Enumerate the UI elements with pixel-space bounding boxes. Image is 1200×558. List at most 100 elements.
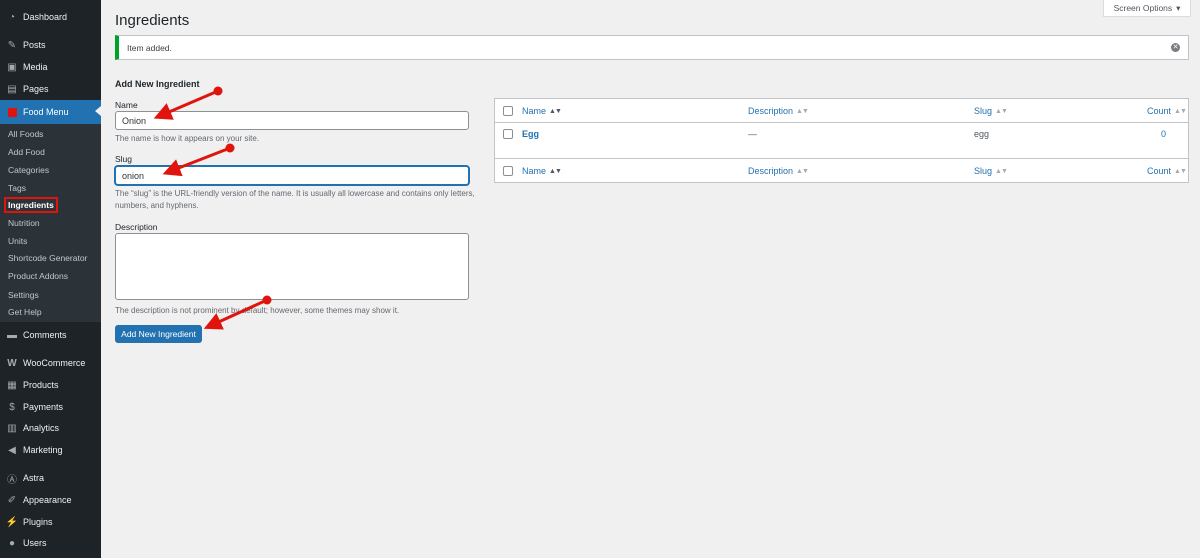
column-name-sort[interactable]: Name ▲▼ (522, 106, 562, 116)
column-label: Name (522, 166, 547, 176)
submenu-all-foods[interactable]: All Foods (8, 129, 43, 139)
food-menu-icon (5, 105, 19, 119)
menu-plugins[interactable]: ⚡ Plugins (0, 511, 101, 533)
column-label: Description (748, 106, 794, 116)
media-icon: ▣ (7, 61, 17, 73)
footer-column-description-sort[interactable]: Description ▲▼ (748, 166, 809, 176)
menu-label: Appearance (23, 495, 72, 505)
description-textarea[interactable] (115, 233, 469, 300)
menu-astra[interactable]: Ⓐ Astra (0, 467, 101, 489)
caret-down-icon: ▾ (1176, 2, 1181, 13)
add-new-ingredient-button[interactable]: Add New Ingredient (115, 325, 202, 343)
column-count-sort[interactable]: Count ▲▼ (1147, 106, 1187, 116)
menu-food-menu[interactable]: Food Menu (0, 100, 101, 124)
submenu-categories[interactable]: Categories (8, 165, 49, 175)
menu-marketing[interactable]: ◀ Marketing (0, 439, 101, 461)
menu-label: Marketing (23, 445, 63, 455)
menu-analytics[interactable]: ▥ Analytics (0, 417, 101, 439)
name-help: The name is how it appears on your site. (115, 134, 260, 143)
slug-input[interactable] (115, 166, 469, 185)
sort-icon: ▲▼ (549, 107, 562, 115)
menu-label: Posts (23, 40, 46, 50)
select-all-checkbox-footer[interactable] (503, 166, 513, 176)
menu-appearance[interactable]: ✐ Appearance (0, 489, 101, 511)
ingredients-table: Name ▲▼ Description ▲▼ Slug ▲▼ Count ▲▼ … (494, 98, 1189, 183)
submenu-tags[interactable]: Tags (8, 183, 26, 193)
analytics-icon: ▥ (7, 422, 17, 434)
sort-icon: ▲▼ (995, 167, 1008, 175)
column-slug-sort[interactable]: Slug ▲▼ (974, 106, 1008, 116)
menu-posts[interactable]: ✎ Posts (0, 34, 101, 56)
sort-icon: ▲▼ (1174, 167, 1187, 175)
admin-sidebar: ◔ Dashboard ✎ Posts ▣ Media ▤ Pages Food… (0, 0, 101, 558)
menu-label: Analytics (23, 423, 60, 433)
menu-payments[interactable]: $ Payments (0, 396, 101, 418)
submenu-units[interactable]: Units (8, 236, 27, 246)
menu-label: Pages (23, 84, 49, 94)
success-notice: Item added. ✕ (115, 35, 1189, 60)
column-label: Slug (974, 106, 993, 116)
submenu-add-food[interactable]: Add Food (8, 147, 45, 157)
page-title: Ingredients (115, 12, 190, 29)
submenu-product-addons[interactable]: Product Addons (8, 271, 68, 281)
column-label: Name (522, 106, 547, 116)
submenu-get-help[interactable]: Get Help (8, 307, 42, 317)
menu-label: Payments (23, 402, 64, 412)
column-label: Slug (974, 166, 993, 176)
pin-icon: ✎ (7, 39, 17, 51)
row-name-link[interactable]: Egg (522, 129, 539, 139)
footer-column-name-sort[interactable]: Name ▲▼ (522, 166, 562, 176)
select-all-checkbox[interactable] (503, 106, 513, 116)
menu-label: Plugins (23, 517, 53, 527)
row-slug: egg (974, 129, 990, 139)
column-label: Count (1147, 166, 1172, 176)
menu-woocommerce[interactable]: W WooCommerce (0, 352, 101, 374)
footer-column-slug-sort[interactable]: Slug ▲▼ (974, 166, 1008, 176)
row-checkbox[interactable] (503, 129, 513, 139)
notice-text: Item added. (127, 42, 172, 53)
menu-label: WooCommerce (23, 358, 86, 368)
slug-label: Slug (115, 154, 133, 164)
submenu-ingredients[interactable]: Ingredients (4, 197, 58, 213)
menu-pages[interactable]: ▤ Pages (0, 78, 101, 100)
name-input[interactable] (115, 111, 469, 130)
submenu-shortcode-generator[interactable]: Shortcode Generator (8, 253, 87, 263)
users-icon: ● (8, 537, 16, 549)
menu-label: Comments (23, 330, 67, 340)
comment-icon: ▬ (7, 329, 17, 341)
row-description: — (748, 129, 757, 139)
menu-products[interactable]: ▦ Products (0, 374, 101, 396)
name-label: Name (115, 100, 138, 110)
submenu-nutrition[interactable]: Nutrition (8, 218, 40, 228)
menu-media[interactable]: ▣ Media (0, 56, 101, 78)
sort-icon: ▲▼ (995, 107, 1008, 115)
sort-icon: ▲▼ (1174, 107, 1187, 115)
menu-dashboard[interactable]: ◔ Dashboard (0, 6, 101, 28)
slug-help: The “slug” is the URL-friendly version o… (115, 189, 475, 210)
menu-label: Astra (23, 473, 45, 483)
menu-label: Food Menu (23, 107, 69, 117)
row-count-link[interactable]: 0 (1161, 129, 1166, 139)
menu-comments[interactable]: ▬ Comments (0, 324, 101, 346)
column-label: Description (748, 166, 794, 176)
screen-options-label: Screen Options (1113, 3, 1173, 13)
woocommerce-icon: W (7, 357, 17, 369)
table-header-row: Name ▲▼ Description ▲▼ Slug ▲▼ Count ▲▼ (495, 99, 1188, 123)
submenu-settings[interactable]: Settings (8, 290, 39, 300)
menu-label: Users (23, 538, 47, 548)
footer-column-count-sort[interactable]: Count ▲▼ (1147, 166, 1187, 176)
astra-icon: Ⓐ (7, 474, 17, 486)
sort-icon: ▲▼ (796, 107, 809, 115)
dashboard-icon: ◔ (8, 11, 16, 23)
screen-options-button[interactable]: Screen Options ▾ (1103, 0, 1191, 17)
sort-icon: ▲▼ (796, 167, 809, 175)
pages-icon: ▤ (7, 83, 17, 95)
column-description-sort[interactable]: Description ▲▼ (748, 106, 809, 116)
menu-label: Dashboard (23, 12, 68, 22)
payments-icon: $ (9, 401, 15, 413)
form-title: Add New Ingredient (115, 79, 200, 89)
products-icon: ▦ (7, 379, 17, 391)
dismiss-icon[interactable]: ✕ (1171, 43, 1180, 52)
marketing-icon: ◀ (8, 444, 16, 456)
menu-users[interactable]: ● Users (0, 532, 101, 554)
